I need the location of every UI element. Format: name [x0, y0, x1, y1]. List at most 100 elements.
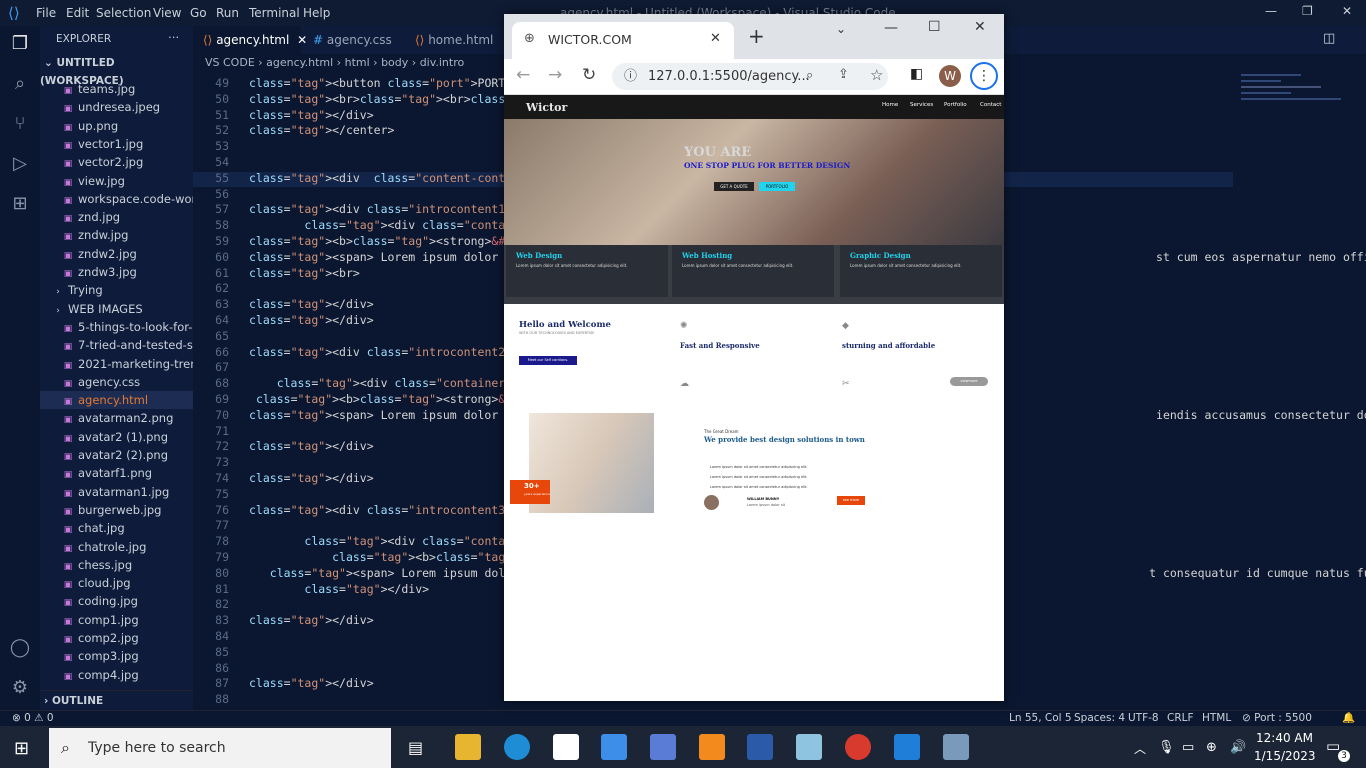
explorer-icon[interactable]: ❐ [8, 32, 32, 56]
word-icon[interactable] [747, 734, 773, 760]
forward-icon[interactable]: → [548, 65, 562, 85]
microphone-icon[interactable]: 🎙 [1158, 740, 1175, 755]
explorer-file[interactable]: ▣ 2021-marketing-trend... [40, 355, 193, 373]
explorer-folder[interactable]: › WEB IMAGES [40, 300, 193, 318]
explorer-file[interactable]: ▣ up.png [40, 117, 193, 135]
menu-view[interactable]: View [153, 6, 181, 20]
live-server-port[interactable]: ⊘ Port : 5500 [1242, 712, 1312, 724]
explorer-file[interactable]: ▣ zndw2.jpg [40, 245, 193, 263]
breadcrumb-item[interactable]: html [345, 56, 370, 69]
nav-home[interactable]: Home [882, 102, 898, 108]
photos-icon[interactable] [650, 734, 676, 760]
mail-icon[interactable] [553, 734, 579, 760]
zoom-icon[interactable]: ⌕ [806, 68, 813, 83]
nav-portfolio[interactable]: Portfolio [944, 102, 967, 108]
notes-icon[interactable] [796, 734, 822, 760]
split-editor-icon[interactable]: ◫ [1323, 31, 1335, 46]
clock-time[interactable]: 12:40 AM [1256, 731, 1313, 745]
volume-icon[interactable]: 🔊 [1230, 740, 1246, 755]
indentation[interactable]: Spaces: 4 [1074, 712, 1125, 724]
network-icon[interactable]: ⊕ [1206, 740, 1217, 755]
explorer-file[interactable]: ▣ cloud.jpg [40, 574, 193, 592]
explorer-file[interactable]: ▣ vector2.jpg [40, 153, 193, 171]
explorer-file[interactable]: ▣ 5-things-to-look-for-i... [40, 318, 193, 336]
close-icon[interactable]: ✕ [974, 19, 986, 35]
taskbar-search-box[interactable]: ⌕ Type here to search [49, 728, 391, 768]
workspace-header[interactable]: ⌄ UNTITLED (WORKSPACE) [40, 54, 193, 87]
explorer-folder[interactable]: › Trying [40, 281, 193, 299]
language-mode[interactable]: HTML [1202, 712, 1231, 724]
tab-home-html[interactable]: ⟨⟩ home.html [405, 26, 505, 54]
tab-search-icon[interactable]: ⌄ [836, 22, 846, 36]
explorer-file[interactable]: ▣ comp3.jpg [40, 647, 193, 665]
browser-tab[interactable]: ⊕ WICTOR.COM ✕ [512, 22, 734, 59]
nav-services[interactable]: Services [910, 102, 933, 108]
share-icon[interactable]: ⇪ [838, 67, 849, 82]
menu-selection[interactable]: Selection [96, 6, 151, 20]
hello-button[interactable]: Meet our Self carrilons. [519, 356, 577, 365]
breadcrumb-item[interactable]: div.intro [420, 56, 465, 69]
chrome-icon[interactable] [845, 734, 871, 760]
restore-icon[interactable]: ❐ [1302, 4, 1313, 18]
explorer-file[interactable]: ▣ zndw3.jpg [40, 263, 193, 281]
explorer-file[interactable]: ▣ 7-tried-and-tested-str... [40, 336, 193, 354]
explorer-file[interactable]: ▣ agency.html [40, 391, 193, 410]
breadcrumb-item[interactable]: VS CODE [205, 56, 255, 69]
menu-edit[interactable]: Edit [66, 6, 89, 20]
settings-gear-icon[interactable]: ⚙ [8, 676, 32, 700]
account-icon[interactable]: ◯ [8, 636, 32, 660]
outline-header[interactable]: › OUTLINE [40, 690, 193, 710]
eol[interactable]: CRLF [1167, 712, 1194, 724]
see-more-button[interactable]: see more [837, 496, 865, 505]
menu-go[interactable]: Go [190, 6, 207, 20]
cursor-position[interactable]: Ln 55, Col 5 [1009, 712, 1072, 724]
extensions-icon[interactable]: ⊞ [8, 192, 32, 216]
explorer-file[interactable]: ▣ vector1.jpg [40, 135, 193, 153]
explorer-file[interactable]: ▣ zndw.jpg [40, 226, 193, 244]
store-icon[interactable] [601, 734, 627, 760]
explorer-file[interactable]: ▣ comp4.jpg [40, 666, 193, 684]
explorer-file[interactable]: ▣ view.jpg [40, 172, 193, 190]
remote-desktop-icon[interactable] [943, 734, 969, 760]
minimize-icon[interactable]: — [884, 20, 898, 36]
start-windows-icon[interactable]: ⊞ [14, 738, 29, 759]
explorer-file[interactable]: ▣ coding.jpg [40, 592, 193, 610]
minimize-icon[interactable]: — [1265, 4, 1277, 18]
encoding[interactable]: UTF-8 [1128, 712, 1159, 724]
minimap[interactable] [1233, 70, 1363, 470]
back-icon[interactable]: ← [516, 65, 530, 85]
explorer-file[interactable]: ▣ comp1.jpg [40, 611, 193, 629]
breadcrumb-item[interactable]: body [381, 56, 408, 69]
explorer-file[interactable]: ▣ chess.jpg [40, 556, 193, 574]
site-logo[interactable]: Wictor [526, 101, 567, 114]
chrome-menu-icon[interactable]: ⋮ [970, 62, 998, 90]
vlc-icon[interactable] [699, 734, 725, 760]
explorer-file[interactable]: ▣ avatarf1.png [40, 464, 193, 482]
explorer-file[interactable]: ▣ chat.jpg [40, 519, 193, 537]
site-info-icon[interactable]: ⓘ [624, 63, 637, 90]
explorer-file[interactable]: ▣ avatarman2.png [40, 409, 193, 427]
card-web-hosting[interactable]: Web Hosting Lorem ipsum dolor sit amet c… [672, 245, 834, 297]
notifications-bell-icon[interactable]: 🔔 [1342, 711, 1355, 724]
card-web-design[interactable]: Web Design Lorem ipsum dolor sit amet co… [506, 245, 668, 297]
explorer-file[interactable]: ▣ undresea.jpeg [40, 98, 193, 116]
view-more-button[interactable]: viewmore [950, 377, 988, 386]
explorer-file[interactable]: ▣ burgerweb.jpg [40, 501, 193, 519]
breadcrumb-item[interactable]: agency.html [266, 56, 333, 69]
bookmark-star-icon[interactable]: ☆ [870, 66, 883, 84]
error-status[interactable]: ⊗ 0 ⚠ 0 [12, 712, 54, 724]
menu-run[interactable]: Run [216, 6, 239, 20]
battery-icon[interactable]: ▭ [1182, 740, 1194, 755]
tab-agency-html[interactable]: ⟨⟩ agency.html ✕ [193, 26, 307, 54]
explorer-file[interactable]: ▣ agency.css [40, 373, 193, 391]
file-explorer-icon[interactable] [455, 734, 481, 760]
tab-agency-css[interactable]: # agency.css [303, 26, 403, 54]
menu-help[interactable]: Help [303, 6, 330, 20]
nav-contact[interactable]: Contact [980, 102, 1001, 108]
edge-icon[interactable] [504, 734, 530, 760]
task-view-icon[interactable]: ▤ [408, 738, 423, 757]
side-panel-icon[interactable]: ◧ [910, 66, 923, 82]
vscode-icon[interactable] [894, 734, 920, 760]
clock-date[interactable]: 1/15/2023 [1254, 749, 1316, 763]
get-quote-button[interactable]: GET A QUOTE [714, 182, 754, 191]
